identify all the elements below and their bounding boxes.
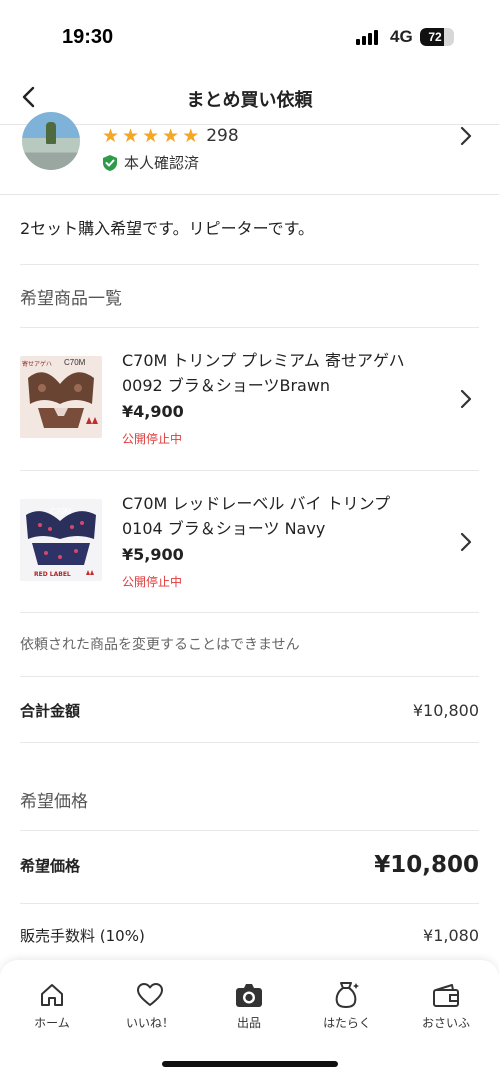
rating-count: 298 <box>206 126 239 146</box>
tab-likes[interactable]: いいね！ <box>110 980 190 1031</box>
chevron-right-icon <box>459 389 473 409</box>
battery-icon: 72 <box>420 28 454 46</box>
product-thumbnail: C70M RED LABEL <box>20 499 102 581</box>
product-item[interactable]: C70M 寄せアゲハ C70M トリンプ プレミアム 寄せアゲハ 0092 ブラ… <box>0 328 499 470</box>
tab-sell[interactable]: 出品 <box>209 980 289 1031</box>
desired-price-row: 希望価格 ¥10,800 <box>20 852 479 878</box>
product-item[interactable]: C70M RED LABEL C70M レッドレーベル バイ トリンプ 0104… <box>0 471 499 613</box>
section-title-products: 希望商品一覧 <box>20 289 122 309</box>
section-title-desired: 希望価格 <box>20 792 88 812</box>
desired-price-value: ¥10,800 <box>374 852 479 878</box>
network-type: 4G <box>390 27 413 46</box>
star-icon: ★ <box>182 125 200 147</box>
thumbnail-tag: 寄せアゲハ <box>22 361 52 368</box>
status-time: 19:30 <box>62 26 114 48</box>
thumbnail-tag: RED LABEL <box>34 571 71 578</box>
star-icon: ★ <box>122 125 140 147</box>
request-message: 2セット購入希望です。リピーターです。 <box>20 219 315 238</box>
product-price: ¥5,900 <box>122 545 184 564</box>
desired-price-label: 希望価格 <box>20 856 81 875</box>
star-icon: ★ <box>102 125 120 147</box>
tab-label: おさいふ <box>421 1016 470 1030</box>
heart-icon <box>137 983 163 1006</box>
tab-label: 出品 <box>236 1016 261 1030</box>
fee-value: ¥1,080 <box>423 926 479 945</box>
divider <box>20 830 479 831</box>
money-bag-icon <box>335 982 359 1008</box>
battery-percent: 72 <box>428 30 442 44</box>
star-icon: ★ <box>162 125 180 147</box>
home-indicator <box>162 1061 338 1067</box>
camera-icon <box>236 984 262 1007</box>
fee-label: 販売手数料 (10%) <box>20 927 145 945</box>
tab-work[interactable]: はたらく <box>307 980 387 1031</box>
fee-row: 販売手数料 (10%) ¥1,080 <box>20 925 479 946</box>
verified-badge: 本人確認済 <box>102 152 199 173</box>
divider <box>20 903 479 904</box>
star-icon: ★ <box>142 125 160 147</box>
divider <box>20 612 479 613</box>
signal-icon <box>356 30 378 45</box>
seller-profile-row[interactable]: ★ ★ ★ ★ ★ 298 本人確認済 <box>0 112 499 195</box>
verified-label: 本人確認済 <box>124 154 200 172</box>
product-name: C70M トリンプ プレミアム 寄せアゲハ 0092 ブラ＆ショーツBrawn <box>122 351 405 395</box>
divider <box>20 676 479 677</box>
shield-check-icon <box>103 154 117 171</box>
total-value: ¥10,800 <box>412 701 479 720</box>
thumbnail-label: C70M <box>50 507 72 516</box>
tab-label: いいね！ <box>125 1016 174 1030</box>
nav-bar: まとめ買い依頼 <box>0 74 499 125</box>
product-status: 公開停止中 <box>122 575 183 589</box>
chevron-right-icon <box>459 532 473 552</box>
product-price: ¥4,900 <box>122 402 184 421</box>
avatar <box>22 112 80 170</box>
product-name: C70M レッドレーベル バイ トリンプ 0104 ブラ＆ショーツ Navy <box>122 494 391 538</box>
product-status: 公開停止中 <box>122 432 183 446</box>
status-bar: 19:30 4G 72 <box>0 0 499 74</box>
product-thumbnail: C70M 寄せアゲハ <box>20 356 102 438</box>
tab-label: はたらく <box>323 1016 371 1030</box>
home-icon <box>41 984 63 1006</box>
page-title: まとめ買い依頼 <box>186 90 313 111</box>
chevron-right-icon <box>459 126 473 146</box>
tab-label: ホーム <box>34 1016 70 1030</box>
divider <box>20 742 479 743</box>
wallet-icon <box>433 984 459 1007</box>
total-label: 合計金額 <box>20 702 81 720</box>
total-row: 合計金額 ¥10,800 <box>20 700 479 721</box>
change-note: 依頼された商品を変更することはできません <box>20 637 300 653</box>
tab-home[interactable]: ホーム <box>12 980 92 1031</box>
seller-rating: ★ ★ ★ ★ ★ 298 <box>102 126 239 146</box>
tab-wallet[interactable]: おさいふ <box>406 980 486 1031</box>
divider <box>20 264 479 265</box>
thumbnail-label: C70M <box>64 358 86 367</box>
